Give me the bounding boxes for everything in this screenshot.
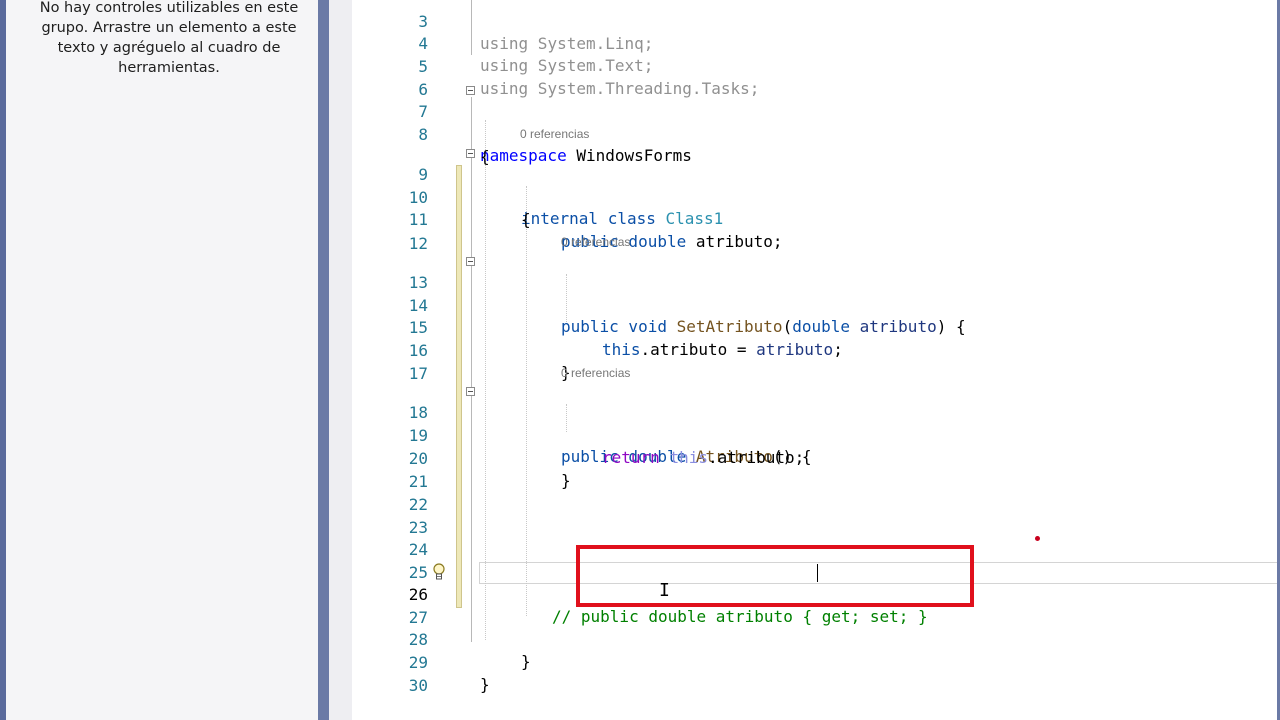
code-line[interactable]: 23: [352, 495, 1280, 537]
code-line[interactable]: 22: [352, 472, 1280, 514]
code-line[interactable]: 11 public double atributo;: [352, 187, 1280, 251]
toolbox-message-line: No hay controles utilizables en este: [39, 0, 299, 16]
code-line[interactable]: 12: [352, 211, 1280, 253]
code-line[interactable]: 15 this.atributo = atributo;: [352, 295, 1280, 359]
toolbox-message-line: herramientas.: [118, 60, 220, 76]
panel-splitter[interactable]: [318, 0, 329, 720]
code-line[interactable]: 29 }: [352, 630, 1280, 694]
code-line[interactable]: 8 {: [352, 102, 1280, 166]
editor-margin-bar: [329, 0, 352, 720]
code-line[interactable]: 6: [352, 57, 1280, 99]
code-line[interactable]: 10 {: [352, 165, 1280, 229]
code-line[interactable]: 18 public double Atributo() {: [352, 380, 1280, 466]
collapse-class-icon[interactable]: [466, 149, 475, 158]
code-line[interactable]: 14: [352, 273, 1280, 315]
codelens-references[interactable]: 0 referencias: [520, 127, 589, 141]
annotation-highlight-box: [576, 545, 974, 607]
code-line[interactable]: 20 }: [352, 426, 1280, 490]
code-line[interactable]: 16 }: [352, 318, 1280, 382]
collapse-method-icon[interactable]: [466, 387, 475, 396]
code-line[interactable]: 28 }: [352, 607, 1280, 671]
code-editor[interactable]: 3 using System.Linq; 4 using System.Text…: [352, 0, 1280, 720]
code-line[interactable]: 24: [352, 517, 1280, 559]
toolbox-message-line: texto y agréguelo al cuadro de: [57, 40, 281, 56]
toolbox-panel: No hay controles utilizables en este gru…: [0, 0, 318, 720]
collapse-namespace-icon[interactable]: [466, 86, 475, 95]
code-line[interactable]: 21: [352, 449, 1280, 491]
toolbox-empty-message: No hay controles utilizables en este gru…: [26, 0, 312, 78]
text-caret: [817, 564, 818, 582]
code-line[interactable]: 5 using System.Threading.Tasks;: [352, 34, 1280, 98]
code-line[interactable]: 3 using System.Linq;: [352, 0, 1280, 53]
code-line[interactable]: 30: [352, 653, 1280, 695]
ibeam-cursor-icon: I: [659, 580, 670, 601]
toolbox-message-line: grupo. Arrastre un elemento a este: [41, 20, 297, 36]
collapse-method-icon[interactable]: [466, 257, 475, 266]
code-line[interactable]: 7 namespace WindowsForms: [352, 79, 1280, 165]
code-line[interactable]: 13 public void SetAtributo(double atribu…: [352, 250, 1280, 336]
code-line[interactable]: 17: [352, 341, 1280, 383]
code-line[interactable]: 9 internal class Class1: [352, 142, 1280, 228]
code-text: }: [480, 675, 490, 694]
annotation-dot: [1035, 536, 1040, 541]
codelens-references[interactable]: 0 referencias: [561, 235, 630, 249]
code-line[interactable]: 19 return this.atributo;: [352, 403, 1280, 467]
codelens-references[interactable]: 0 referencias: [561, 366, 630, 380]
code-line[interactable]: 4 using System.Text;: [352, 11, 1280, 75]
lightbulb-icon[interactable]: [432, 563, 446, 583]
line-number: 30: [408, 676, 428, 695]
